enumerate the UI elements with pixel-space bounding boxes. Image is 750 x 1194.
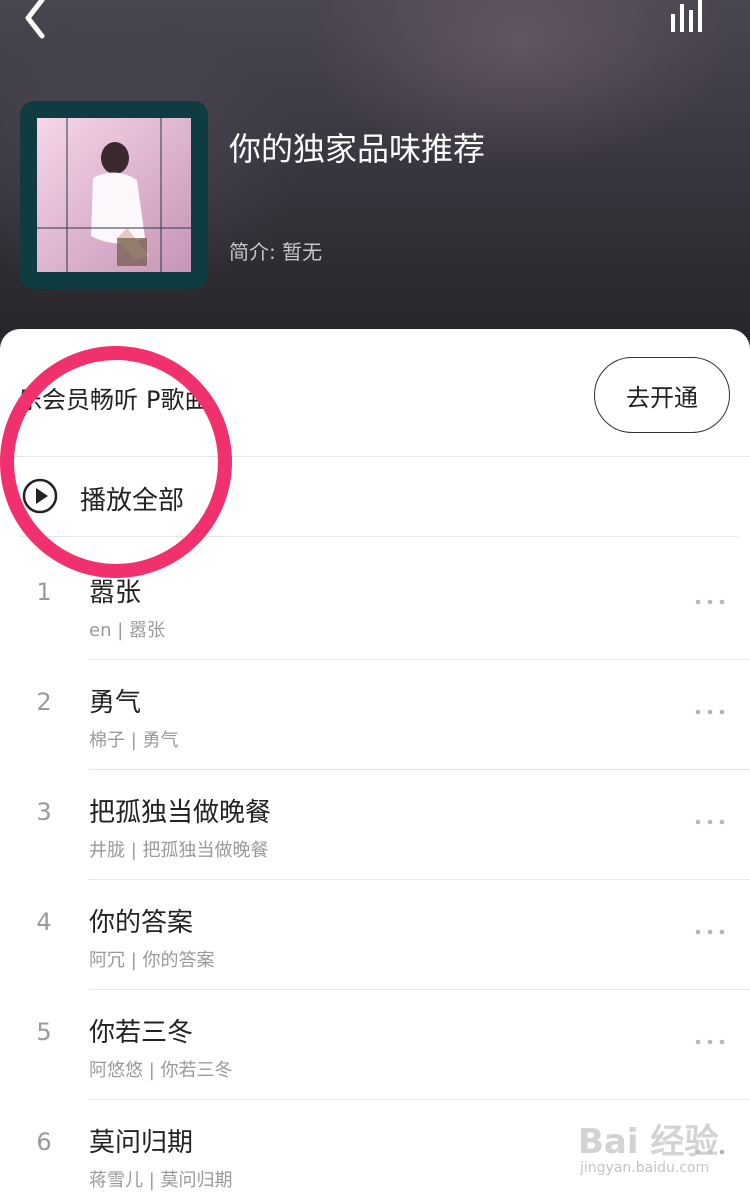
playlist-intro: 简介: 暂无 — [229, 240, 323, 264]
track-title: 你若三冬 — [89, 1018, 194, 1048]
back-button[interactable] — [14, 0, 54, 42]
playlist-header: 你的独家品味推荐 简介: 暂无 — [0, 0, 750, 360]
track-row[interactable]: 5 你若三冬 阿悠悠 | 你若三冬 — [0, 990, 750, 1100]
more-icon[interactable] — [690, 812, 730, 832]
track-number: 6 — [36, 1128, 52, 1156]
chevron-left-icon — [25, 0, 45, 39]
more-icon[interactable] — [690, 922, 730, 942]
track-number: 1 — [36, 578, 52, 606]
activate-vip-button[interactable]: 去开通 — [594, 357, 730, 433]
track-number: 3 — [36, 798, 52, 826]
track-title: 勇气 — [89, 688, 142, 718]
track-row[interactable]: 3 把孤独当做晚餐 井胧 | 把孤独当做晚餐 — [0, 770, 750, 880]
track-number: 4 — [36, 908, 52, 936]
cover-image — [37, 118, 191, 272]
track-number: 5 — [36, 1018, 52, 1046]
playlist-cover[interactable] — [20, 101, 208, 289]
watermark-sub: jingyan.baidu.com — [580, 1160, 710, 1176]
track-subtitle: en | 嚣张 — [89, 620, 165, 641]
more-icon[interactable] — [690, 702, 730, 722]
track-row[interactable]: 4 你的答案 阿冗 | 你的答案 — [0, 880, 750, 990]
track-subtitle: 阿悠悠 | 你若三冬 — [89, 1060, 233, 1081]
track-list: 1 嚣张 en | 嚣张 2 勇气 棉子 | 勇气 3 把孤独当做晚餐 井胧 |… — [0, 550, 750, 1194]
equalizer-button[interactable] — [668, 0, 708, 36]
track-subtitle: 井胧 | 把孤独当做晚餐 — [89, 840, 269, 861]
playlist-title: 你的独家品味推荐 — [229, 130, 486, 168]
track-title: 把孤独当做晚餐 — [89, 798, 272, 828]
annotation-highlight-circle — [0, 346, 232, 578]
more-icon[interactable] — [690, 1032, 730, 1052]
baidu-jingyan-watermark: Bai 经验 jingyan.baidu.com — [578, 1110, 738, 1190]
track-number: 2 — [36, 688, 52, 716]
track-subtitle: 棉子 | 勇气 — [89, 730, 179, 751]
equalizer-icon — [671, 0, 702, 32]
more-icon[interactable] — [690, 592, 730, 612]
track-subtitle: 蒋雪儿 | 莫问归期 — [89, 1170, 233, 1191]
track-title: 你的答案 — [89, 908, 194, 938]
track-row[interactable]: 2 勇气 棉子 | 勇气 — [0, 660, 750, 770]
watermark-main: Bai 经验 — [578, 1122, 719, 1162]
track-title: 莫问归期 — [89, 1128, 194, 1158]
track-subtitle: 阿冗 | 你的答案 — [89, 950, 215, 971]
